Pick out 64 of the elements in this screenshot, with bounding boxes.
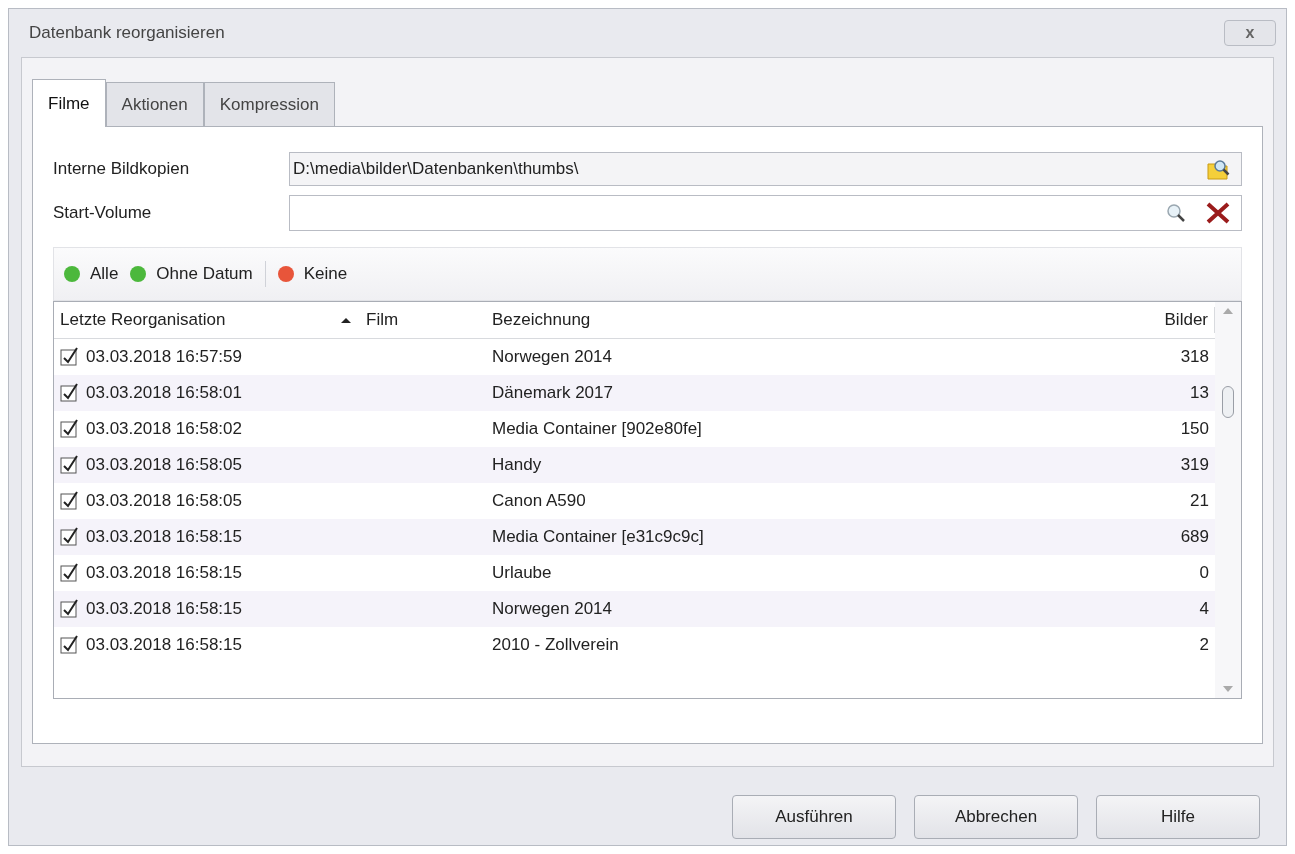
checkbox[interactable] [60,419,80,439]
table-row[interactable]: 03.03.2018 16:58:15 Norwegen 2014 4 [54,591,1215,627]
field-label: Interne Bildkopien [53,158,191,181]
clear-icon[interactable] [1205,201,1231,225]
table-cell-text: 4 [1199,598,1210,621]
table-cell-text: 03.03.2018 16:58:05 [86,454,242,477]
table-cell-text: 03.03.2018 16:58:05 [86,490,242,513]
checkbox[interactable] [60,527,80,547]
table-cell-text: 03.03.2018 16:58:01 [86,382,242,405]
table-cell-text: 2 [1199,634,1210,657]
table-cell-text: Urlaube [492,562,553,585]
table-cell-text: 03.03.2018 16:58:15 [86,598,242,621]
tab[interactable]: Kompression [203,82,335,126]
field-label: Start-Volume [53,202,153,225]
column-header[interactable]: Letzte Reorganisation [54,307,340,333]
table-cell-text: 03.03.2018 16:58:15 [86,634,242,657]
checkbox[interactable] [60,563,80,583]
table-cell-text: Media Container [902e80fe] [492,418,703,441]
folder-search-icon[interactable] [1207,158,1231,180]
sort-up-icon [340,316,352,324]
search-icon[interactable] [1165,202,1187,224]
dialog-button[interactable]: Abbrechen [914,795,1078,839]
tab[interactable]: Aktionen [105,82,204,126]
table-cell-text: Media Container [e31c9c9c] [492,526,705,549]
checkbox[interactable] [60,599,80,619]
dialog-button[interactable]: Ausführen [732,795,896,839]
table-cell-text: 21 [1190,490,1210,513]
table-cell-text: 319 [1180,454,1210,477]
table-row[interactable]: 03.03.2018 16:58:01 Dänemark 2017 13 [54,375,1215,411]
table-cell-text: 03.03.2018 16:58:15 [86,526,242,549]
table-cell-text: 689 [1180,526,1210,549]
filter-button[interactable]: Ohne Datum [130,261,253,287]
checkbox[interactable] [60,383,80,403]
checkbox[interactable] [60,491,80,511]
table-cell-text: Canon A590 [492,490,587,513]
filter-button[interactable]: Alle [64,261,119,287]
filter-button[interactable]: Keine [277,261,348,287]
scroll-thumb[interactable] [1222,386,1234,418]
table-cell-text: 03.03.2018 16:57:59 [86,346,242,369]
table-cell-text: 0 [1199,562,1210,585]
table-cell-text: 03.03.2018 16:58:15 [86,562,242,585]
table-cell-text: 2010 - Zollverein [492,634,620,657]
column-header[interactable]: Bezeichnung [482,307,1157,333]
table-row[interactable]: 03.03.2018 16:58:15 Media Container [e31c9c9c] 689 [54,519,1215,555]
table-row[interactable]: 03.03.2018 16:58:05 Handy 319 [54,447,1215,483]
table-cell-text: 318 [1180,346,1210,369]
window-title: Datenbank reorganisieren [29,22,225,45]
checkbox[interactable] [60,455,80,475]
table-cell-text: Norwegen 2014 [492,346,614,369]
table-cell-text: 150 [1180,418,1210,441]
table-cell-text: 13 [1190,382,1210,405]
scrollbar[interactable] [1215,302,1241,698]
checkbox[interactable] [60,347,80,367]
input-field[interactable] [289,195,1242,231]
table-cell-text: Handy [492,454,543,477]
table-cell-text: 03.03.2018 16:58:02 [86,418,242,441]
checkbox[interactable] [60,635,80,655]
table-cell-text: Dänemark 2017 [492,382,614,405]
table-cell-text: Norwegen 2014 [492,598,614,621]
dialog-button[interactable]: Hilfe [1096,795,1260,839]
tab[interactable]: Filme [32,79,106,127]
column-header[interactable]: Film [352,307,482,333]
path-field[interactable]: D:\media\bilder\Datenbanken\thumbs\ [289,152,1242,186]
close-button[interactable]: x [1224,20,1276,46]
